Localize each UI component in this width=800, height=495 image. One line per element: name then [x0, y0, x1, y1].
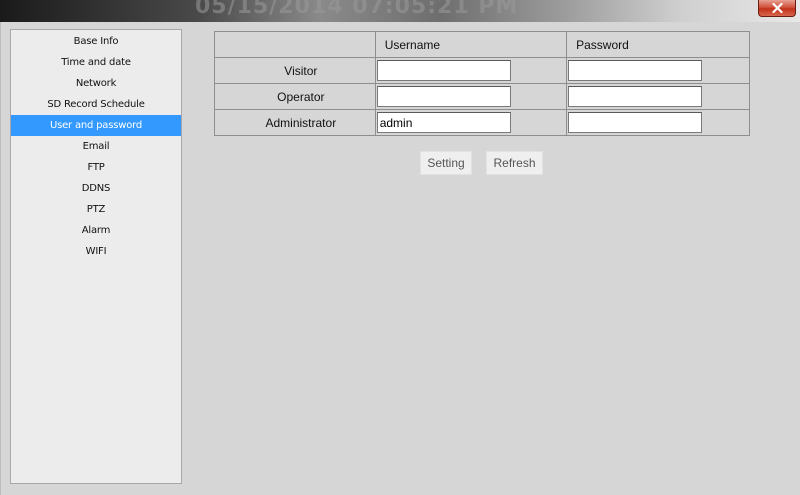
visitor-password-input[interactable]: [568, 60, 703, 81]
visitor-username-input[interactable]: [376, 60, 511, 81]
sidebar-item-alarm[interactable]: Alarm: [11, 220, 181, 241]
settings-window: 05/15/2014 07:05:21 PM Base Info Time an…: [0, 0, 800, 495]
header-username: Username: [374, 31, 568, 58]
user-password-table: Username Password Visitor Operator Admin…: [214, 31, 750, 136]
sidebar-item-email[interactable]: Email: [11, 136, 181, 157]
operator-password-input[interactable]: [568, 86, 703, 107]
operator-username-input[interactable]: [376, 86, 511, 107]
table-row-visitor: Visitor: [214, 57, 750, 84]
refresh-button[interactable]: Refresh: [486, 151, 543, 175]
sidebar-item-ptz[interactable]: PTZ: [11, 199, 181, 220]
settings-menu: Base Info Time and date Network SD Recor…: [11, 31, 181, 262]
table-row-administrator: Administrator: [214, 109, 750, 136]
sidebar-item-base-info[interactable]: Base Info: [11, 31, 181, 52]
header-password: Password: [566, 31, 750, 58]
sidebar-item-ftp[interactable]: FTP: [11, 157, 181, 178]
administrator-username-input[interactable]: [376, 112, 511, 133]
sidebar-item-wifi[interactable]: WIFI: [11, 241, 181, 262]
sidebar-item-network[interactable]: Network: [11, 73, 181, 94]
close-button[interactable]: [758, 0, 796, 17]
sidebar-item-ddns[interactable]: DDNS: [11, 178, 181, 199]
row-label-visitor: Visitor: [214, 57, 376, 84]
header-blank-cell: [214, 31, 376, 58]
sidebar-item-sd-record-schedule[interactable]: SD Record Schedule: [11, 94, 181, 115]
close-icon: [771, 3, 783, 13]
background-timestamp: 05/15/2014 07:05:21 PM: [195, 0, 519, 19]
setting-button[interactable]: Setting: [420, 151, 472, 175]
sidebar-item-time-and-date[interactable]: Time and date: [11, 52, 181, 73]
row-label-administrator: Administrator: [214, 109, 376, 136]
administrator-password-input[interactable]: [568, 112, 703, 133]
settings-sidebar: Base Info Time and date Network SD Recor…: [10, 29, 182, 484]
table-row-operator: Operator: [214, 83, 750, 110]
table-header-row: Username Password: [214, 31, 750, 58]
title-bar[interactable]: 05/15/2014 07:05:21 PM: [0, 0, 800, 22]
sidebar-item-user-and-password[interactable]: User and password: [11, 115, 181, 136]
row-label-operator: Operator: [214, 83, 376, 110]
